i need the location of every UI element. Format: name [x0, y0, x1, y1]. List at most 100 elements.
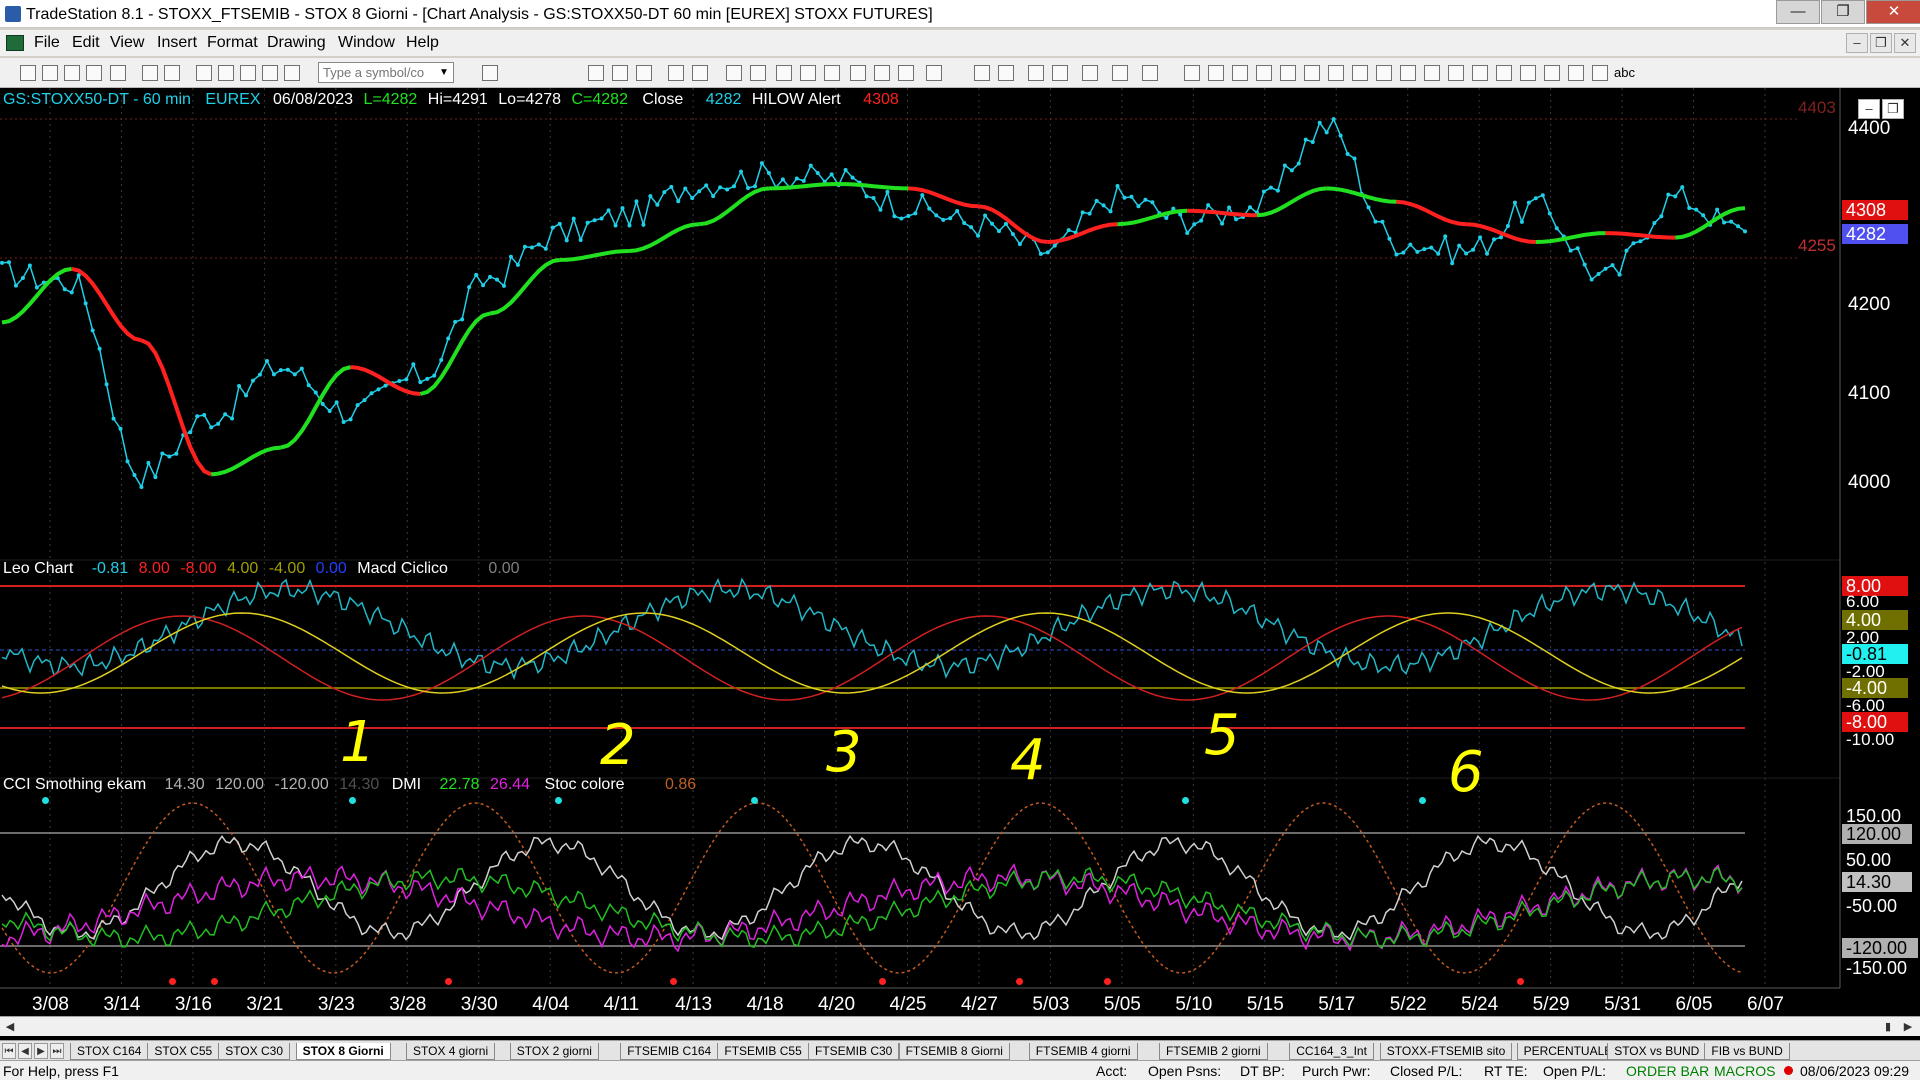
cascade-icon[interactable]: [218, 65, 234, 81]
workspace-tab[interactable]: FTSEMIB 8 Giorni: [898, 1043, 1010, 1060]
workspace-tab[interactable]: STOX 4 giorni: [406, 1043, 496, 1060]
gann-fan-icon[interactable]: [1328, 65, 1344, 81]
menu-edit[interactable]: Edit: [72, 34, 100, 52]
horizontal-arrow-icon[interactable]: [1400, 65, 1416, 81]
tab-prev-icon[interactable]: ◀: [18, 1043, 32, 1059]
menu-view[interactable]: View: [110, 34, 144, 52]
scroll-thumb-icon[interactable]: ▮: [1880, 1019, 1896, 1035]
copy-icon[interactable]: [86, 65, 102, 81]
workspace-tab[interactable]: PERCENTUALE: [1516, 1043, 1620, 1060]
curve-icon[interactable]: [1496, 65, 1512, 81]
insert-indicator-icon[interactable]: [668, 65, 684, 81]
compress-icon[interactable]: [926, 65, 942, 81]
select-icon[interactable]: [1052, 65, 1068, 81]
ellipse-icon[interactable]: [1568, 65, 1584, 81]
fibonacci-icon[interactable]: [1304, 65, 1320, 81]
drawing-objects-icon[interactable]: [1112, 65, 1128, 81]
text-tool-icon[interactable]: abc: [1614, 65, 1635, 80]
chart-style-icon[interactable]: [612, 65, 628, 81]
speed-lines-icon[interactable]: [1280, 65, 1296, 81]
workspace-tab[interactable]: STOX vs BUND: [1607, 1043, 1707, 1060]
pencil-icon[interactable]: [1472, 65, 1488, 81]
menu-help[interactable]: Help: [406, 34, 439, 52]
minimize-button[interactable]: —: [1776, 0, 1820, 24]
workspace-tab[interactable]: FTSEMIB C55: [717, 1043, 809, 1060]
workspace-tab[interactable]: STOX C164: [70, 1043, 149, 1060]
workspace-tab[interactable]: FTSEMIB 4 giorni: [1028, 1043, 1138, 1060]
symbol-input[interactable]: [318, 62, 454, 83]
print-icon[interactable]: [164, 65, 180, 81]
search-icon[interactable]: [482, 65, 498, 81]
scroll-left-arrow-icon[interactable]: ◀: [2, 1019, 18, 1035]
zoom-in-icon[interactable]: [974, 65, 990, 81]
close-button[interactable]: ✕: [1866, 0, 1920, 24]
horizontal-scrollbar[interactable]: ◀ ▮ ▶: [0, 1016, 1920, 1036]
workspace-tab[interactable]: STOXX-FTSEMIB sito: [1379, 1043, 1513, 1060]
open-workspace-icon[interactable]: [64, 65, 80, 81]
andrews-pitchfork-icon[interactable]: [1352, 65, 1368, 81]
tab-next-icon[interactable]: ▶: [34, 1043, 48, 1059]
data-window-icon[interactable]: [588, 65, 604, 81]
workspace-tab[interactable]: FTSEMIB C30: [808, 1043, 900, 1060]
properties-icon[interactable]: [262, 65, 278, 81]
snap-icon[interactable]: [1142, 65, 1158, 81]
open-folder-icon[interactable]: [110, 65, 126, 81]
alert-icon[interactable]: [800, 65, 816, 81]
workspace-tab[interactable]: FTSEMIB 2 giorni: [1159, 1043, 1268, 1060]
menu-file[interactable]: File: [34, 34, 60, 52]
tab-first-icon[interactable]: ⏮: [2, 1043, 16, 1059]
symbol-dropdown-arrow-icon[interactable]: ▼: [436, 64, 452, 81]
new-icon[interactable]: [20, 65, 36, 81]
chart-minimize-button[interactable]: –: [1858, 99, 1880, 119]
horizontal-line-icon[interactable]: [1232, 65, 1248, 81]
menu-format[interactable]: Format: [207, 34, 258, 52]
tools-icon[interactable]: [1082, 65, 1098, 81]
workspace-tab[interactable]: FTSEMIB C164: [620, 1043, 719, 1060]
order-bar-button[interactable]: ORDER BAR: [1626, 1063, 1709, 1079]
tab-last-icon[interactable]: ⏭: [50, 1043, 64, 1059]
insert-strategy-icon[interactable]: [692, 65, 708, 81]
workspace-tab[interactable]: STOX C30: [218, 1043, 290, 1060]
bar-spacing-icon[interactable]: [824, 65, 840, 81]
scroll-left-icon[interactable]: [850, 65, 866, 81]
scroll-right-arrow-icon[interactable]: ▶: [1900, 1019, 1916, 1035]
chart-window[interactable]: GS:STOXX50-DT - 60 min EUREX 06/08/2023 …: [0, 88, 1920, 1050]
workspace-tab[interactable]: CC164_3_Int: [1289, 1043, 1374, 1060]
chart-restore-button[interactable]: ❐: [1882, 99, 1904, 119]
format-icon[interactable]: [726, 65, 742, 81]
workspace-tab[interactable]: FIB vs BUND: [1704, 1043, 1790, 1060]
menu-window[interactable]: Window: [338, 34, 395, 52]
workspace-tab[interactable]: STOX 8 Giorni: [295, 1043, 391, 1060]
regression-icon[interactable]: [1376, 65, 1392, 81]
arc-icon[interactable]: [1424, 65, 1440, 81]
globe-icon[interactable]: [284, 65, 300, 81]
menu-drawing[interactable]: Drawing: [267, 34, 326, 52]
expand-icon[interactable]: [898, 65, 914, 81]
lock-icon[interactable]: [240, 65, 256, 81]
channel-icon[interactable]: [1256, 65, 1272, 81]
mdi-restore-button[interactable]: ❐: [1870, 33, 1892, 53]
mdi-minimize-button[interactable]: –: [1846, 33, 1868, 53]
menu-insert[interactable]: Insert: [157, 34, 197, 52]
up-arrow-icon[interactable]: [1544, 65, 1560, 81]
chart-canvas[interactable]: [0, 88, 1920, 1016]
new-window-icon[interactable]: [42, 65, 58, 81]
down-arrow-icon[interactable]: [1520, 65, 1536, 81]
window-list-icon[interactable]: [196, 65, 212, 81]
trendline-icon[interactable]: [1184, 65, 1200, 81]
zoom-out-icon[interactable]: [998, 65, 1014, 81]
scroll-right-icon[interactable]: [874, 65, 890, 81]
maximize-button[interactable]: ❐: [1821, 0, 1865, 24]
refresh-icon[interactable]: [750, 65, 766, 81]
chart-window-icon[interactable]: [6, 35, 24, 51]
workspace-tab[interactable]: STOX C55: [147, 1043, 220, 1060]
save-icon[interactable]: [142, 65, 158, 81]
macros-button[interactable]: MACROS: [1714, 1063, 1775, 1079]
vertical-line-icon[interactable]: [1208, 65, 1224, 81]
pointer-icon[interactable]: [1028, 65, 1044, 81]
link-icon[interactable]: [776, 65, 792, 81]
mdi-close-button[interactable]: ✕: [1894, 33, 1916, 53]
table-icon[interactable]: [636, 65, 652, 81]
workspace-tab[interactable]: STOX 2 giorni: [509, 1043, 599, 1060]
offset-trendline-icon[interactable]: [1448, 65, 1464, 81]
